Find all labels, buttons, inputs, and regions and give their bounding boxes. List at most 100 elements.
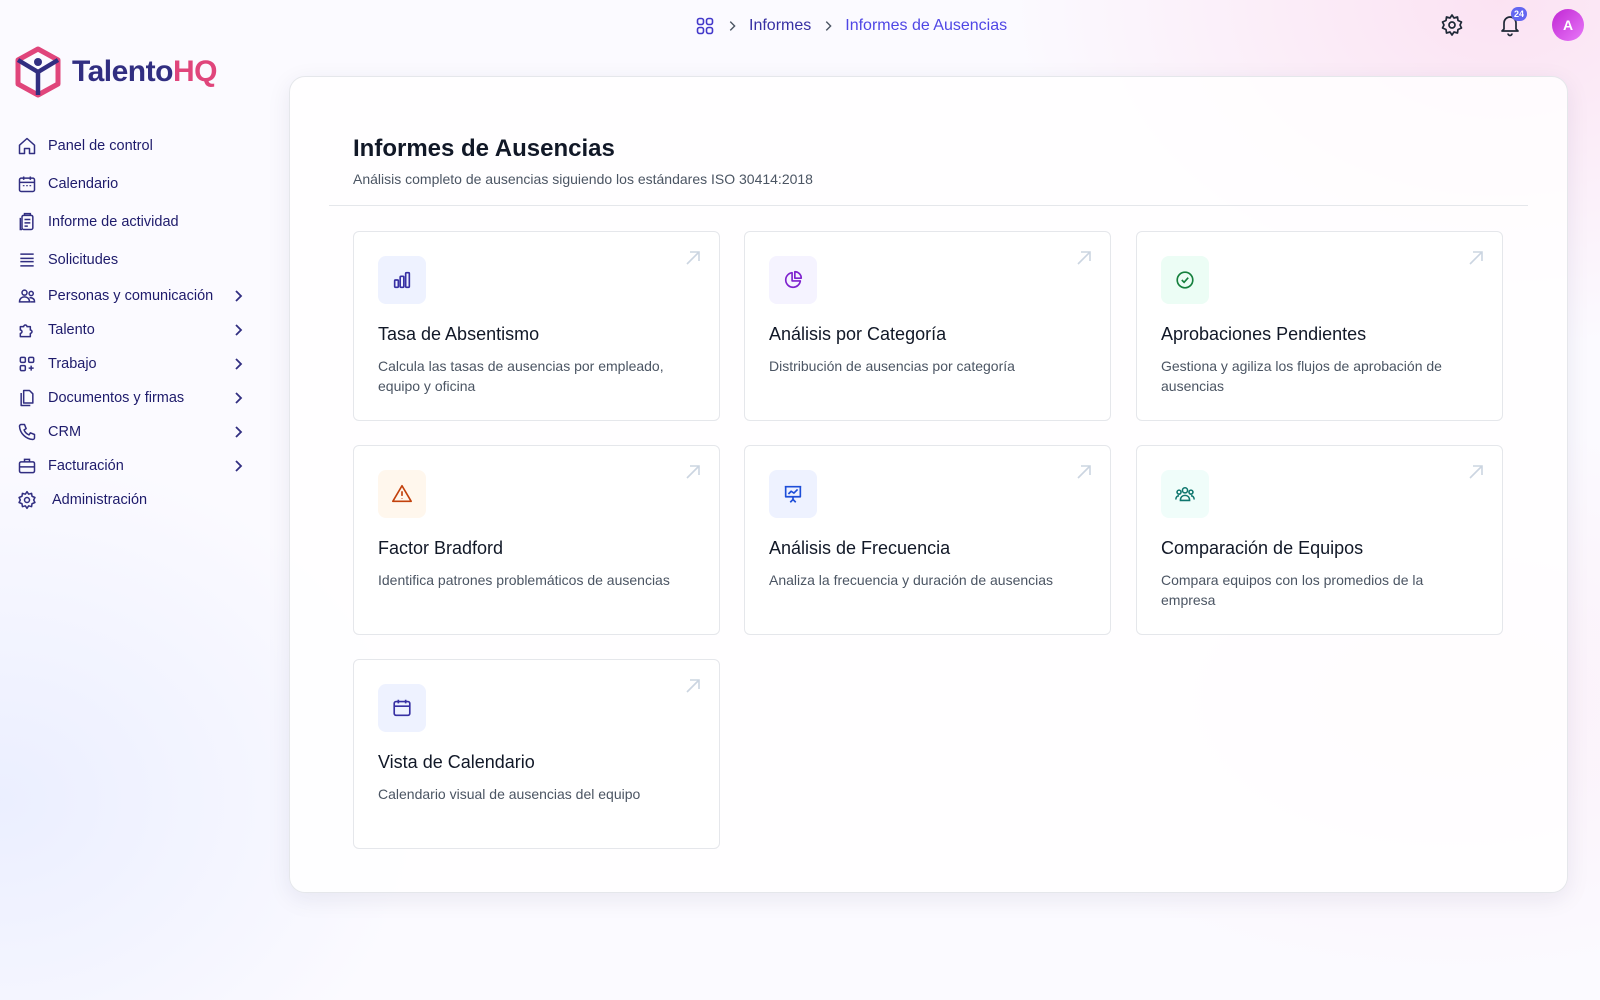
- chevron-right-icon: [235, 460, 243, 472]
- calendar-icon: [393, 699, 411, 717]
- notifications-button[interactable]: 24: [1494, 7, 1527, 41]
- documents-icon: [16, 387, 38, 409]
- briefcase-icon: [16, 455, 38, 477]
- gear-icon: [16, 489, 38, 511]
- sidebar-item-label: Solicitudes: [48, 252, 119, 268]
- sidebar-item-label: Personas y comunicación: [48, 288, 214, 304]
- page-title: Informes de Ausencias: [353, 135, 615, 162]
- chevron-right-icon: [235, 290, 243, 302]
- card-description: Distribución de ausencias por categoría: [769, 358, 1015, 374]
- list-icon: [16, 249, 38, 271]
- report-card-comparacion-de-equipos[interactable]: Comparación de Equipos Compara equipos c…: [1136, 445, 1503, 635]
- arrow-up-right-icon: [1077, 251, 1091, 265]
- card-description: Identifica patrones problemáticos de aus…: [378, 572, 670, 588]
- chevron-right-icon: [826, 21, 832, 31]
- top-actions: 24 A: [1436, 7, 1584, 41]
- sidebar-item-administracion[interactable]: Administración: [16, 483, 246, 517]
- calendar-icon: [16, 173, 38, 195]
- sidebar-item-label: Panel de control: [48, 138, 153, 154]
- grid-icon[interactable]: [695, 16, 715, 36]
- sidebar-item-panel-de-control[interactable]: Panel de control: [16, 127, 246, 165]
- report-card-factor-bradford[interactable]: Factor Bradford Identifica patrones prob…: [353, 445, 720, 635]
- apps-icon: [16, 353, 38, 375]
- report-card-analisis-de-frecuencia[interactable]: Análisis de Frecuencia Analiza la frecue…: [744, 445, 1111, 635]
- sidebar-item-label: Calendario: [48, 176, 119, 192]
- sidebar-item-crm[interactable]: CRM: [16, 415, 246, 449]
- arrow-up-right-icon: [1077, 465, 1091, 479]
- gear-icon: [1441, 14, 1463, 36]
- chevron-right-icon: [235, 426, 243, 438]
- breadcrumb: Informes Informes de Ausencias: [695, 14, 1007, 38]
- logo-cube-icon: [15, 46, 61, 98]
- arrow-up-right-icon: [686, 465, 700, 479]
- card-description: Calendario visual de ausencias del equip…: [378, 786, 641, 802]
- people-icon: [16, 285, 38, 307]
- breadcrumb-informes[interactable]: Informes: [749, 17, 811, 35]
- card-description: Analiza la frecuencia y duración de ause…: [769, 572, 1054, 588]
- sidebar-item-label: Informe de actividad: [48, 214, 179, 230]
- notification-count-badge: 24: [1510, 7, 1527, 21]
- settings-button[interactable]: [1436, 9, 1468, 41]
- arrow-up-right-icon: [1469, 465, 1483, 479]
- brand-name: TalentoHQ: [72, 55, 217, 88]
- page-subtitle: Análisis completo de ausencias siguiendo…: [353, 171, 813, 187]
- breadcrumb-current[interactable]: Informes de Ausencias: [845, 17, 1007, 35]
- brand-logo[interactable]: TalentoHQ: [14, 46, 217, 98]
- card-title: Análisis por Categoría: [769, 324, 947, 344]
- sidebar-item-label: Documentos y firmas: [48, 390, 185, 406]
- check-circle-icon: [1176, 271, 1194, 289]
- sidebar-item-label: Trabajo: [48, 356, 97, 372]
- card-title: Tasa de Absentismo: [378, 324, 540, 344]
- icon-box: [769, 470, 817, 518]
- team-icon: [1175, 486, 1195, 502]
- card-description: Compara equipos con los promedios de la …: [1161, 572, 1424, 608]
- sidebar-item-label: Administración: [52, 492, 148, 508]
- icon-box: [378, 256, 426, 304]
- report-card-vista-de-calendario[interactable]: Vista de Calendario Calendario visual de…: [353, 659, 720, 849]
- chevron-right-icon: [235, 392, 243, 404]
- sidebar-item-label: Facturación: [48, 458, 124, 474]
- presentation-chart-icon: [784, 485, 802, 503]
- card-title: Vista de Calendario: [378, 752, 535, 772]
- pie-chart-icon: [784, 270, 803, 289]
- sidebar-item-facturacion[interactable]: Facturación: [16, 449, 246, 483]
- sidebar-item-talento[interactable]: Talento: [16, 313, 246, 347]
- card-title: Análisis de Frecuencia: [769, 538, 951, 558]
- bar-chart-icon: [393, 271, 411, 289]
- sidebar-item-solicitudes[interactable]: Solicitudes: [16, 241, 246, 279]
- report-card-analisis-por-categoria[interactable]: Análisis por Categoría Distribución de a…: [744, 231, 1111, 421]
- sidebar-item-documentos-y-firmas[interactable]: Documentos y firmas: [16, 381, 246, 415]
- sidebar: TalentoHQ Panel de control Calendario In…: [0, 0, 260, 1000]
- card-description: Calcula las tasas de ausencias por emple…: [378, 358, 664, 394]
- icon-box: [1161, 256, 1209, 304]
- report-card-tasa-de-absentismo[interactable]: Tasa de Absentismo Calcula las tasas de …: [353, 231, 720, 421]
- arrow-up-right-icon: [1469, 251, 1483, 265]
- phone-icon: [16, 421, 38, 443]
- sidebar-item-informe-de-actividad[interactable]: Informe de actividad: [16, 203, 246, 241]
- home-icon: [16, 135, 38, 157]
- chevron-right-icon: [235, 324, 243, 336]
- arrow-up-right-icon: [686, 251, 700, 265]
- icon-box: [378, 684, 426, 732]
- icon-box: [1161, 470, 1209, 518]
- sidebar-item-label: CRM: [48, 424, 82, 440]
- icon-box: [769, 256, 817, 304]
- sidebar-item-personas-y-comunicacion[interactable]: Personas y comunicación: [16, 279, 246, 313]
- chevron-right-icon: [235, 358, 243, 370]
- card-title: Aprobaciones Pendientes: [1161, 324, 1367, 344]
- puzzle-icon: [16, 319, 38, 341]
- card-title: Factor Bradford: [378, 538, 504, 558]
- avatar[interactable]: A: [1552, 9, 1584, 41]
- arrow-up-right-icon: [686, 679, 700, 693]
- warning-icon: [392, 484, 412, 503]
- sidebar-item-trabajo[interactable]: Trabajo: [16, 347, 246, 381]
- card-title: Comparación de Equipos: [1161, 538, 1364, 558]
- report-icon: [16, 211, 38, 233]
- main-panel: Informes de Ausencias Análisis completo …: [289, 76, 1568, 893]
- sidebar-item-label: Talento: [48, 322, 95, 338]
- sidebar-item-calendario[interactable]: Calendario: [16, 165, 246, 203]
- sidebar-nav: Panel de control Calendario Informe de a…: [16, 127, 246, 517]
- card-description: Gestiona y agiliza los flujos de aprobac…: [1161, 358, 1442, 394]
- report-card-aprobaciones-pendientes[interactable]: Aprobaciones Pendientes Gestiona y agili…: [1136, 231, 1503, 421]
- divider: [329, 205, 1528, 206]
